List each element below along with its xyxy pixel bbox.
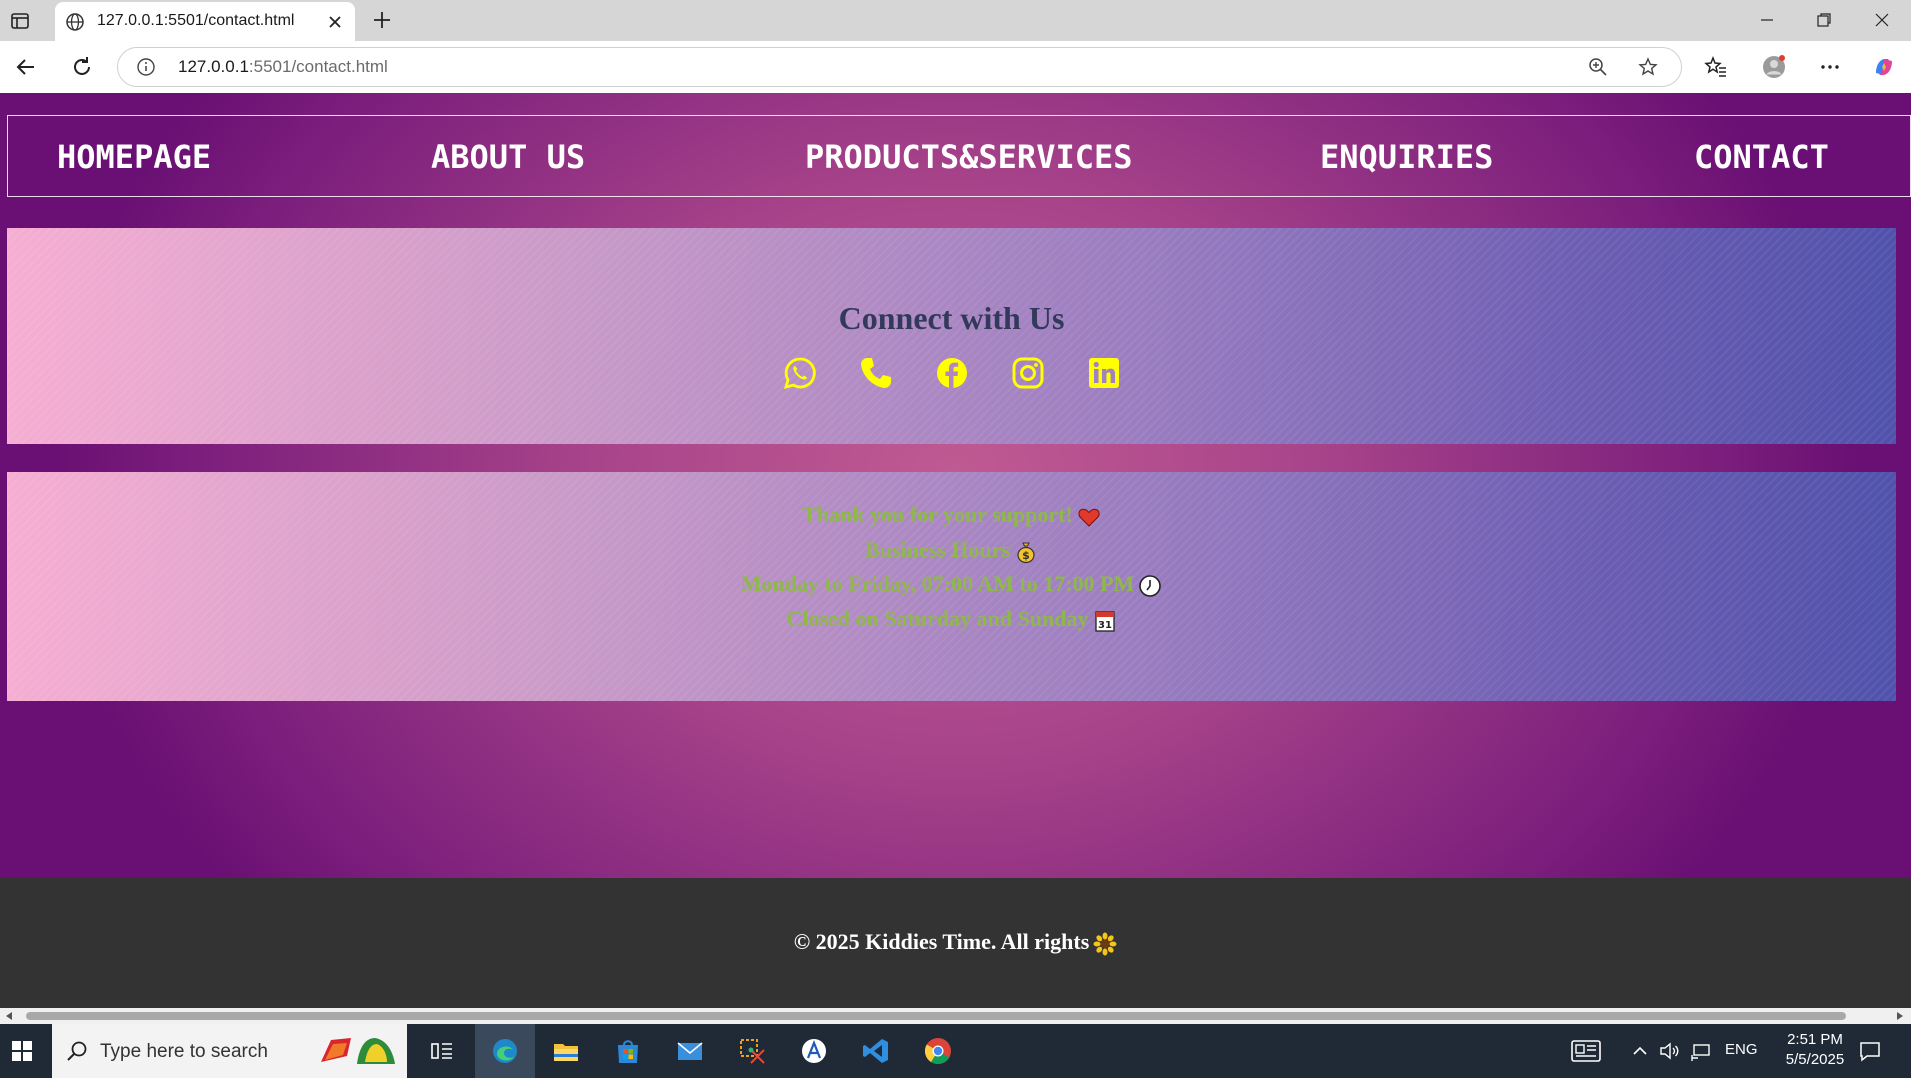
zoom-icon[interactable] xyxy=(1588,57,1608,77)
file-explorer-icon[interactable] xyxy=(551,1036,581,1066)
globe-icon xyxy=(66,13,84,31)
browser-tab-bar: 127.0.0.1:5501/contact.html xyxy=(0,0,1911,41)
thanks-text: Thank you for your support! xyxy=(802,502,1073,527)
favorites-icon[interactable] xyxy=(1704,55,1728,79)
connect-heading: Connect with Us xyxy=(838,300,1065,336)
search-icon xyxy=(67,1041,87,1061)
address-toolbar: 127.0.0.1:5501/contact.html xyxy=(0,41,1911,94)
chrome-icon[interactable] xyxy=(923,1036,953,1066)
close-window-icon[interactable] xyxy=(1872,10,1892,30)
nav-link-homepage[interactable]: HOMEPAGE xyxy=(57,138,211,176)
tab-actions-icon[interactable] xyxy=(10,11,30,31)
taskbar-search-box[interactable]: Type here to search xyxy=(52,1024,407,1078)
notifications-icon[interactable] xyxy=(1858,1039,1882,1063)
business-hours-label: Business Hours xyxy=(865,537,1010,562)
refresh-icon[interactable] xyxy=(70,55,94,79)
restore-icon[interactable] xyxy=(1814,10,1834,30)
close-tab-icon[interactable] xyxy=(325,12,345,32)
volume-icon[interactable] xyxy=(1658,1040,1680,1062)
whatsapp-icon[interactable] xyxy=(783,356,817,390)
news-widget-icon[interactable] xyxy=(1570,1038,1602,1064)
scroll-left-icon[interactable] xyxy=(4,1011,14,1021)
site-footer: © 2025 Kiddies Time. All rights xyxy=(0,878,1911,1008)
url-text: 127.0.0.1:5501/contact.html xyxy=(178,57,388,77)
facebook-icon[interactable] xyxy=(935,356,969,390)
heart-icon xyxy=(1078,508,1100,527)
url-path: :5501/contact.html xyxy=(248,57,388,76)
app-installer-icon[interactable] xyxy=(799,1036,829,1066)
microsoft-store-icon[interactable] xyxy=(613,1036,643,1066)
weekend-text: Closed on Saturday and Sunday xyxy=(786,606,1089,631)
site-info-icon[interactable] xyxy=(136,57,156,77)
weekday-hours-line: Monday to Friday, 07:00 AM to 17:00 PM xyxy=(7,571,1896,598)
network-icon[interactable] xyxy=(1690,1040,1712,1062)
nav-link-about-us[interactable]: ABOUT US xyxy=(431,138,585,176)
sunflower-icon xyxy=(1093,932,1117,956)
vscode-icon[interactable] xyxy=(861,1036,891,1066)
new-tab-icon[interactable] xyxy=(371,9,393,31)
nav-link-contact[interactable]: CONTACT xyxy=(1694,138,1829,176)
windows-start-icon[interactable] xyxy=(12,1041,32,1061)
business-hours-line: Business Hours $ xyxy=(7,537,1896,564)
mail-icon[interactable] xyxy=(675,1036,705,1066)
tab-title: 127.0.0.1:5501/contact.html xyxy=(97,12,295,29)
task-view-icon[interactable] xyxy=(427,1036,457,1066)
more-options-icon[interactable] xyxy=(1818,55,1842,79)
calendar-icon: 31 xyxy=(1094,611,1115,632)
browser-tab[interactable]: 127.0.0.1:5501/contact.html xyxy=(55,2,355,41)
business-hours-section: Thank you for your support! Business Hou… xyxy=(7,472,1896,701)
copyright-text: © 2025 Kiddies Time. All rights xyxy=(793,929,1090,954)
edge-browser-icon[interactable] xyxy=(490,1036,520,1066)
linkedin-icon[interactable] xyxy=(1087,356,1121,390)
back-icon[interactable] xyxy=(14,55,38,79)
phone-icon[interactable] xyxy=(859,356,893,390)
scroll-right-icon[interactable] xyxy=(1895,1011,1905,1021)
nav-link-enquiries[interactable]: ENQUIRIES xyxy=(1320,138,1493,176)
social-links xyxy=(7,356,1896,390)
weekend-line: Closed on Saturday and Sunday 31 xyxy=(7,606,1896,633)
snipping-tool-icon[interactable] xyxy=(737,1036,767,1066)
clock-date: 5/5/2025 xyxy=(1785,1051,1845,1068)
money-bag-icon: $ xyxy=(1017,542,1035,564)
connect-section: Connect with Us xyxy=(7,228,1896,444)
copilot-icon[interactable] xyxy=(1872,55,1896,79)
footer-line: © 2025 Kiddies Time. All rights xyxy=(0,929,1911,956)
svg-text:31: 31 xyxy=(1098,620,1112,631)
address-field[interactable]: 127.0.0.1:5501/contact.html xyxy=(117,47,1682,87)
instagram-icon[interactable] xyxy=(1011,356,1045,390)
profile-avatar-icon[interactable] xyxy=(1762,55,1786,79)
scrollbar-thumb[interactable] xyxy=(26,1012,1846,1020)
clock-icon xyxy=(1139,575,1162,597)
url-host: 127.0.0.1 xyxy=(178,57,249,76)
horizontal-scrollbar[interactable] xyxy=(0,1008,1911,1024)
favorite-star-icon[interactable] xyxy=(1638,57,1658,77)
search-highlight-graphic-icon xyxy=(321,1038,395,1064)
language-indicator[interactable]: ENG xyxy=(1725,1041,1758,1058)
nav-link-products-services[interactable]: PRODUCTS&SERVICES xyxy=(805,138,1133,176)
svg-text:$: $ xyxy=(1022,549,1030,562)
windows-taskbar: Type here to search ENG 2:51 PM 5/5/2025 xyxy=(0,1024,1911,1078)
taskbar-clock[interactable]: 2:51 PM 5/5/2025 xyxy=(1760,1030,1870,1070)
weekday-hours-text: Monday to Friday, 07:00 AM to 17:00 PM xyxy=(740,571,1135,596)
thanks-line: Thank you for your support! xyxy=(7,502,1896,529)
clock-time: 2:51 PM xyxy=(1787,1031,1843,1048)
page-viewport: HOMEPAGE ABOUT US PRODUCTS&SERVICES ENQU… xyxy=(0,93,1911,1008)
chevron-up-icon[interactable] xyxy=(1630,1041,1650,1061)
main-nav: HOMEPAGE ABOUT US PRODUCTS&SERVICES ENQU… xyxy=(7,115,1911,197)
search-placeholder: Type here to search xyxy=(100,1041,268,1062)
minimize-icon[interactable] xyxy=(1757,10,1777,30)
